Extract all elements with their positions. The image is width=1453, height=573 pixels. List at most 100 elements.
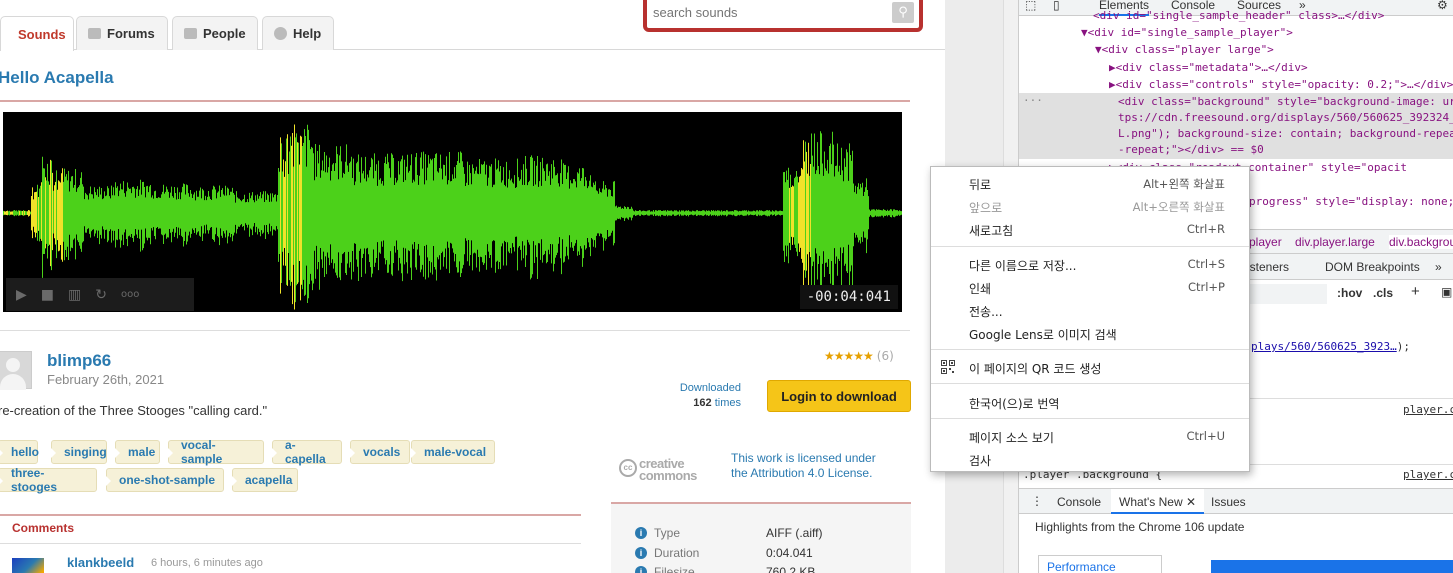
author-name[interactable]: blimp66 <box>47 351 111 371</box>
style-url-link[interactable]: plays/560/560625_3923… <box>1251 340 1397 353</box>
menu-send[interactable]: 전송... <box>931 299 1249 321</box>
computed-toggle-icon[interactable]: ▣ <box>1441 285 1452 299</box>
player-controls: ▶ ■ ▥ ↻ ᴏᴏᴏ <box>6 278 194 311</box>
comment-username[interactable]: klankbeeld <box>67 555 134 570</box>
time-readout: -00:04:041 <box>799 285 898 309</box>
dom-line[interactable]: -repeat;"></div> == $0 <box>1118 143 1264 156</box>
dom-ellipsis[interactable]: ··· <box>1023 94 1043 107</box>
rating-stars: ★★★★★ <box>824 349 874 363</box>
menu-print[interactable]: 인쇄 Ctrl+P <box>931 276 1249 298</box>
comment-avatar[interactable] <box>12 558 44 573</box>
hov-toggle[interactable]: :hov <box>1337 286 1362 300</box>
drawer-tab-issues[interactable]: Issues <box>1211 495 1246 509</box>
tag-hello[interactable]: hello <box>0 440 39 464</box>
menu-save-as[interactable]: 다른 이름으로 저장... Ctrl+S <box>931 253 1249 275</box>
cc-logo-line2: commons <box>639 468 697 483</box>
breadcrumb-item[interactable]: div.player.large <box>1295 235 1375 249</box>
add-rule-icon[interactable]: + <box>1411 283 1420 300</box>
more-subtabs-icon[interactable]: » <box>1435 260 1442 274</box>
style-url[interactable]: plays/560/560625_3923…); <box>1251 340 1410 353</box>
freesound-page: Sounds Forums People Help ⚲ Hello Acapel… <box>0 0 1003 573</box>
info-key: Type <box>654 526 681 540</box>
tag-a-capella[interactable]: a-capella <box>272 438 342 466</box>
author-avatar[interactable] <box>0 351 32 390</box>
dom-line[interactable]: <div class="background" style="backgroun… <box>1118 95 1453 108</box>
tab-people[interactable]: People <box>172 16 258 50</box>
close-icon[interactable]: ✕ <box>1186 495 1196 509</box>
drawer-tab-whats-new[interactable]: What's New ✕ <box>1111 489 1205 514</box>
rule-source-link[interactable]: player.c <box>1403 468 1453 481</box>
loop-icon[interactable]: ↻ <box>95 287 107 303</box>
menu-label: 새로고침 <box>969 224 1014 238</box>
comments-divider <box>0 514 581 516</box>
creative-commons-logo[interactable]: cc creative commons <box>619 456 719 483</box>
style-url-tail: ); <box>1396 340 1410 353</box>
dom-line[interactable]: progress" style="display: none; <box>1249 195 1453 208</box>
styles-filter-input[interactable] <box>1249 284 1327 304</box>
menu-view-source[interactable]: 페이지 소스 보기 Ctrl+U <box>931 425 1249 447</box>
play-icon[interactable]: ▶ <box>16 287 27 303</box>
menu-google-lens[interactable]: Google Lens로 이미지 검색 <box>931 322 1249 344</box>
dom-line[interactable]: ▶<div class="controls" style="opacity: 0… <box>1109 78 1453 91</box>
menu-shortcut: Alt+왼쪽 화살표 <box>1143 177 1225 191</box>
tag-three-stooges[interactable]: three-stooges <box>0 466 97 494</box>
menu-label: 한국어(으)로 번역 <box>969 397 1060 411</box>
downloaded-link[interactable]: Downloaded <box>673 382 741 394</box>
cls-toggle[interactable]: .cls <box>1373 286 1393 300</box>
drawer-tab-console[interactable]: Console <box>1057 495 1101 509</box>
people-icon <box>184 28 197 39</box>
breadcrumb-item[interactable]: div.backgrou <box>1389 235 1453 249</box>
tag-vocals[interactable]: vocals <box>350 440 410 464</box>
menu-reload[interactable]: 새로고침 Ctrl+R <box>931 218 1249 240</box>
menu-shortcut: Ctrl+S <box>1187 257 1225 271</box>
inspect-icon[interactable]: ⬚ <box>1025 0 1036 12</box>
tag-vocal-sample[interactable]: vocal-sample <box>168 438 264 466</box>
menu-translate[interactable]: 한국어(으)로 번역 <box>931 391 1249 413</box>
device-icon[interactable]: ▯ <box>1053 0 1060 12</box>
spectrogram-icon[interactable]: ▥ <box>68 287 81 303</box>
dom-line[interactable]: ▼<div class="player large"> <box>1095 43 1274 56</box>
license-text[interactable]: This work is licensed under the Attribut… <box>731 451 891 481</box>
tab-help-label: Help <box>293 26 322 41</box>
tag-male[interactable]: male <box>115 440 160 464</box>
dom-line[interactable]: <div id="single_sample_header" class>…</… <box>1093 9 1384 22</box>
sound-description: re-creation of the Three Stooges "callin… <box>0 403 268 418</box>
menu-back[interactable]: 뒤로 Alt+왼쪽 화살표 <box>931 172 1249 194</box>
drawer-tabs: ⋮ Console What's New ✕ Issues <box>1019 488 1453 514</box>
tab-forums[interactable]: Forums <box>76 16 168 50</box>
info-value: AIFF (.aiff) <box>766 526 823 540</box>
rule-source-link[interactable]: player.c <box>1403 403 1453 416</box>
tag-male-vocal[interactable]: male-vocal <box>411 440 495 464</box>
tag-singing[interactable]: singing <box>51 440 107 464</box>
menu-qr-code[interactable]: 이 페이지의 QR 코드 생성 <box>931 356 1249 378</box>
dom-line[interactable]: tps://cdn.freesound.org/displays/560/560… <box>1118 111 1453 124</box>
search-input[interactable] <box>653 3 893 21</box>
settings-icon[interactable]: ⚙ <box>1437 0 1448 12</box>
dom-line[interactable]: ▶<div class="metadata">…</div> <box>1109 61 1308 74</box>
menu-separator <box>931 349 1249 350</box>
search-icon[interactable]: ⚲ <box>892 2 914 23</box>
measure-icon[interactable]: ᴏᴏᴏ <box>121 289 139 300</box>
tag-one-shot-sample[interactable]: one-shot-sample <box>106 468 224 492</box>
performance-card[interactable]: Performance <box>1038 555 1162 573</box>
info-row-type: i Type <box>635 526 680 540</box>
tab-event-listeners[interactable]: isteners <box>1247 260 1289 274</box>
download-count[interactable]: 162 times <box>673 397 741 409</box>
search-box: ⚲ <box>643 0 923 32</box>
waveform-player[interactable]: ▶ ■ ▥ ↻ ᴏᴏᴏ -00:04:041 <box>3 112 902 312</box>
dom-line[interactable]: L.png"); background-size: contain; backg… <box>1118 127 1453 140</box>
dom-line[interactable]: ▼<div id="single_sample_player"> <box>1081 26 1293 39</box>
login-to-download-button[interactable]: Login to download <box>767 380 911 412</box>
tab-sounds[interactable]: Sounds <box>0 16 74 51</box>
stop-icon[interactable]: ■ <box>41 287 54 303</box>
menu-inspect[interactable]: 검사 <box>931 448 1249 470</box>
tag-acapella[interactable]: acapella <box>232 468 298 492</box>
sound-title[interactable]: Hello Acapella <box>0 68 114 88</box>
menu-label: 다른 이름으로 저장... <box>969 259 1077 273</box>
breadcrumb-item[interactable]: player <box>1249 235 1282 249</box>
drawer-menu-icon[interactable]: ⋮ <box>1031 494 1043 508</box>
menu-forward[interactable]: 앞으로 Alt+오른쪽 화살표 <box>931 195 1249 217</box>
whats-new-banner[interactable] <box>1211 560 1453 573</box>
tab-help[interactable]: Help <box>262 16 334 50</box>
tab-dom-breakpoints[interactable]: DOM Breakpoints <box>1325 260 1420 274</box>
